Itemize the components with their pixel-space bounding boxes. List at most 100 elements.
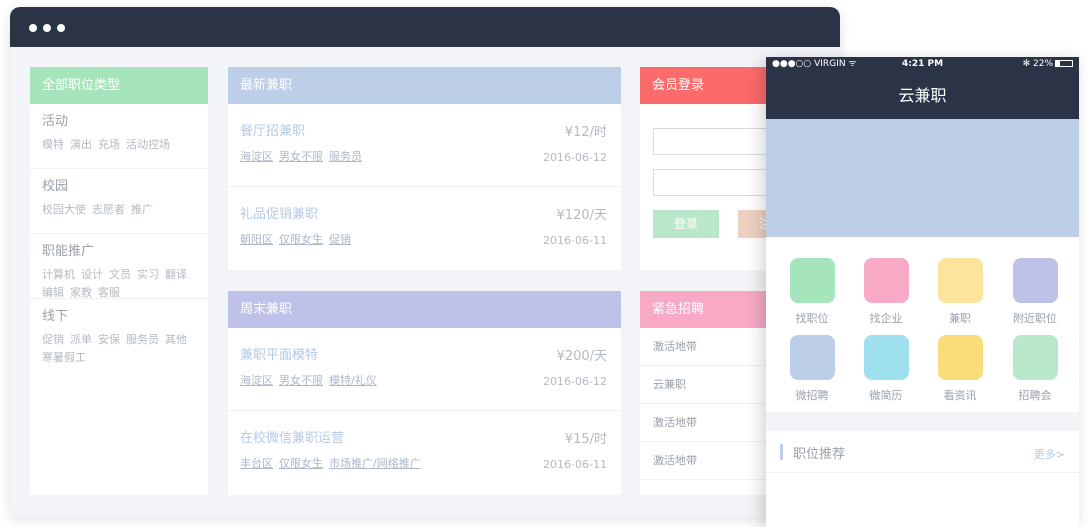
app-title: 云兼职 — [766, 72, 1079, 119]
job-date: 2016-06-12 — [543, 375, 607, 388]
tile-nearby-jobs[interactable]: 附近职位 — [1005, 258, 1065, 326]
category-tag[interactable]: 家教 — [70, 286, 92, 299]
category-tag[interactable]: 寒暑假工 — [42, 351, 86, 364]
tile-label: 找职位 — [795, 312, 829, 325]
category-title[interactable]: 校园 — [42, 177, 196, 197]
category-tag[interactable]: 其他 — [165, 333, 187, 346]
section-marker — [780, 444, 783, 460]
category-tag[interactable]: 服务员 — [126, 333, 159, 346]
category-tag[interactable]: 推广 — [131, 203, 153, 216]
category-group: 校园 校园大使 志愿者 推广 — [30, 169, 208, 234]
job-tag[interactable]: 丰台区 — [240, 457, 273, 470]
tile-label: 微招聘 — [795, 389, 829, 402]
phone-mockup: ●●●○○ VIRGIN ᯤ 4:21 PM ✻ 22% 云兼职 找职位 找企业… — [766, 57, 1079, 527]
category-tag[interactable]: 校园大使 — [42, 203, 86, 216]
banner-image[interactable] — [766, 119, 1079, 237]
panel-title: 最新兼职 — [228, 67, 621, 104]
job-title[interactable]: 礼品促销兼职 — [240, 203, 609, 222]
category-tag[interactable]: 翻译 — [165, 268, 187, 281]
category-tag[interactable]: 客服 — [98, 286, 120, 299]
category-tag[interactable]: 演出 — [70, 138, 92, 151]
tile-label: 兼职 — [949, 312, 971, 325]
tile-micro-resume[interactable]: 微简历 — [856, 335, 916, 403]
tile-part-time[interactable]: 兼职 — [930, 258, 990, 326]
tile-news[interactable]: 看资讯 — [930, 335, 990, 403]
job-tag[interactable]: 仅限女生 — [279, 457, 323, 470]
battery-icon — [1055, 60, 1073, 67]
category-tag[interactable]: 编辑 — [42, 286, 64, 299]
job-tag[interactable]: 服务员 — [329, 150, 362, 163]
category-tag[interactable]: 模特 — [42, 138, 64, 151]
battery-label: ✻ 22% — [1022, 59, 1053, 69]
sidebar-title: 全部职位类型 — [30, 67, 208, 104]
job-title[interactable]: 兼职平面模特 — [240, 344, 609, 363]
job-price: ¥12/时 — [564, 125, 607, 140]
tile-find-company[interactable]: 找企业 — [856, 258, 916, 326]
browser-window: 全部职位类型 活动 模特 演出 充场 活动控场 校园 校园大使 志愿者 推广 职能推广 计… — [10, 7, 840, 517]
tile-find-job[interactable]: 找职位 — [782, 258, 842, 326]
job-date: 2016-06-11 — [543, 234, 607, 247]
job-tag[interactable]: 男女不限 — [279, 374, 323, 387]
window-titlebar — [10, 7, 840, 47]
window-dot-icon[interactable] — [43, 24, 51, 32]
category-tag[interactable]: 促销 — [42, 333, 64, 346]
job-tag[interactable]: 男女不限 — [279, 150, 323, 163]
window-dot-icon[interactable] — [57, 24, 65, 32]
job-item[interactable]: 礼品促销兼职 ¥120/天 朝阳区 仅限女生 促销 2016-06-11 — [228, 187, 621, 270]
category-tag[interactable]: 活动控场 — [126, 138, 170, 151]
category-tag[interactable]: 安保 — [98, 333, 120, 346]
job-price: ¥120/天 — [556, 208, 607, 223]
job-date: 2016-06-12 — [543, 151, 607, 164]
category-group: 活动 模特 演出 充场 活动控场 — [30, 104, 208, 169]
more-link[interactable]: 更多> — [1034, 446, 1065, 462]
job-tag[interactable]: 朝阳区 — [240, 233, 273, 246]
find-job-icon — [789, 258, 835, 303]
status-bar: ●●●○○ VIRGIN ᯤ 4:21 PM ✻ 22% — [766, 57, 1079, 72]
job-item[interactable]: 兼职平面模特 ¥200/天 海淀区 男女不限 模特/礼仪 2016-06-12 — [228, 328, 621, 411]
job-title[interactable]: 餐厅招兼职 — [240, 120, 609, 139]
job-fair-icon — [1012, 335, 1058, 380]
section-divider — [766, 412, 1079, 431]
login-button[interactable]: 登录 — [653, 210, 719, 238]
job-tag[interactable]: 市场推广/网络推广 — [329, 457, 421, 470]
category-sidebar: 全部职位类型 活动 模特 演出 充场 活动控场 校园 校园大使 志愿者 推广 职能推广 计… — [30, 67, 208, 495]
category-title[interactable]: 活动 — [42, 112, 196, 132]
recommend-header: 职位推荐 更多> — [766, 431, 1079, 473]
tile-label: 看资讯 — [943, 389, 977, 402]
category-tag[interactable]: 志愿者 — [92, 203, 125, 216]
micro-hiring-icon — [789, 335, 835, 380]
job-tag[interactable]: 仅限女生 — [279, 233, 323, 246]
category-group: 线下 促销 派单 安保 服务员 其他寒暑假工 — [30, 299, 208, 364]
category-tag[interactable]: 文员 — [109, 268, 131, 281]
job-tag[interactable]: 促销 — [329, 233, 351, 246]
tile-label: 招聘会 — [1018, 389, 1052, 402]
category-tag[interactable]: 充场 — [98, 138, 120, 151]
job-title[interactable]: 在校微信兼职运营 — [240, 427, 609, 446]
job-price: ¥200/天 — [556, 349, 607, 364]
job-tag[interactable]: 海淀区 — [240, 374, 273, 387]
tile-label: 找企业 — [869, 312, 903, 325]
job-date: 2016-06-11 — [543, 458, 607, 471]
tile-label: 附近职位 — [1013, 312, 1057, 325]
category-tag[interactable]: 计算机 — [42, 268, 75, 281]
category-group: 职能推广 计算机 设计 文员 实习 翻译编辑 家教 客服 — [30, 234, 208, 299]
nearby-jobs-icon — [1012, 258, 1058, 303]
job-tag[interactable]: 模特/礼仪 — [329, 374, 377, 387]
latest-jobs-panel: 最新兼职 餐厅招兼职 ¥12/时 海淀区 男女不限 服务员 2016-06-12 礼… — [228, 67, 621, 270]
news-icon — [937, 335, 983, 380]
category-title[interactable]: 职能推广 — [42, 242, 196, 262]
micro-resume-icon — [863, 335, 909, 380]
window-dot-icon[interactable] — [29, 24, 37, 32]
job-item[interactable]: 餐厅招兼职 ¥12/时 海淀区 男女不限 服务员 2016-06-12 — [228, 104, 621, 187]
tile-micro-hiring[interactable]: 微招聘 — [782, 335, 842, 403]
part-time-icon — [937, 258, 983, 303]
find-company-icon — [863, 258, 909, 303]
panel-title: 周末兼职 — [228, 291, 621, 328]
category-tag[interactable]: 派单 — [70, 333, 92, 346]
tile-job-fair[interactable]: 招聘会 — [1005, 335, 1065, 403]
category-tag[interactable]: 实习 — [137, 268, 159, 281]
job-item[interactable]: 在校微信兼职运营 ¥15/时 丰台区 仅限女生 市场推广/网络推广 2016-06-… — [228, 411, 621, 494]
category-title[interactable]: 线下 — [42, 307, 196, 327]
category-tag[interactable]: 设计 — [81, 268, 103, 281]
job-tag[interactable]: 海淀区 — [240, 150, 273, 163]
